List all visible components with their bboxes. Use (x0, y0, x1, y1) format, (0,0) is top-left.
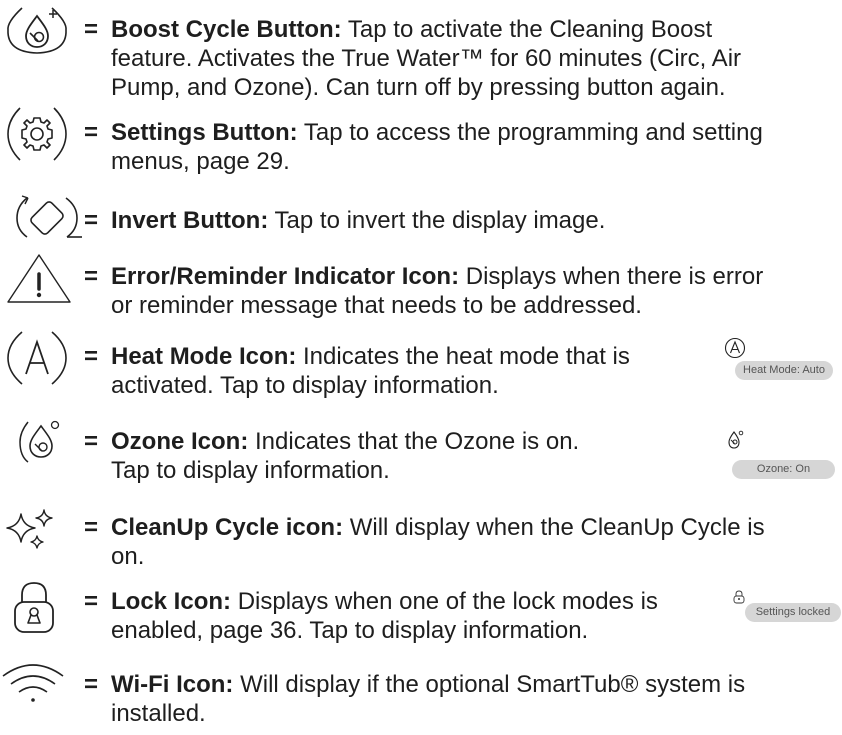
lock-status-pill: Settings locked (745, 603, 841, 622)
desc-line: Displays when there is error (465, 263, 764, 290)
heat-mode-auto-small-icon (724, 337, 748, 359)
desc-line: menus, page 29. (111, 148, 290, 175)
desc-line: enabled, page 36. Tap to display informa… (111, 617, 589, 644)
lock-icon (12, 580, 56, 634)
equals-sign: = (84, 207, 99, 234)
equals-sign: = (84, 263, 99, 290)
equals-sign: = (84, 428, 99, 455)
heat-mode-auto-icon (4, 330, 70, 386)
cleanup-description: CleanUp Cycle icon: Will display when th… (111, 513, 831, 571)
desc-line: Tap to display information. (111, 457, 390, 484)
wifi-icon (0, 664, 66, 704)
desc-line: Will display if the optional SmartTub® s… (240, 671, 746, 698)
warning-triangle-icon (6, 252, 72, 304)
error-description: Error/Reminder Indicator Icon: Displays … (111, 262, 831, 320)
ozone-icon (18, 418, 68, 464)
term-ozone: Ozone Icon: (111, 428, 249, 455)
ozone-description: Ozone Icon: Indicates that the Ozone is … (111, 427, 671, 485)
term-lock: Lock Icon: (111, 588, 232, 615)
ozone-status-pill: Ozone: On (732, 460, 835, 479)
term-settings: Settings Button: (111, 119, 298, 146)
equals-sign: = (84, 588, 99, 615)
gear-icon (4, 106, 70, 162)
lock-description: Lock Icon: Displays when one of the lock… (111, 587, 671, 645)
desc-line: Tap to activate the Cleaning Boost (347, 16, 713, 43)
term-wifi: Wi-Fi Icon: (111, 671, 234, 698)
heat-mode-description: Heat Mode Icon: Indicates the heat mode … (111, 342, 671, 400)
equals-sign: = (84, 514, 99, 541)
boost-description: Boost Cycle Button: Tap to activate the … (111, 15, 831, 102)
desc-line: Indicates that the Ozone is on. (255, 428, 580, 455)
term-heat-mode: Heat Mode Icon: (111, 343, 297, 370)
desc-line: on. (111, 543, 145, 570)
cleanup-sparkle-icon (4, 508, 66, 554)
term-boost: Boost Cycle Button: (111, 16, 342, 43)
desc-line: activated. Tap to display information. (111, 372, 499, 399)
desc-line: installed. (111, 700, 206, 727)
term-invert: Invert Button: (111, 207, 269, 234)
term-error: Error/Reminder Indicator Icon: (111, 263, 460, 290)
ozone-small-icon (726, 430, 746, 450)
invert-icon (14, 194, 84, 242)
wifi-description: Wi-Fi Icon: Will display if the optional… (111, 670, 831, 728)
desc-line: feature. Activates the True Water™ for 6… (111, 45, 742, 72)
desc-line: Will display when the CleanUp Cycle is (349, 514, 765, 541)
desc-line: Tap to access the programming and settin… (303, 119, 763, 146)
equals-sign: = (84, 119, 99, 146)
desc-line: or reminder message that needs to be add… (111, 292, 642, 319)
desc-line: Indicates the heat mode that is (303, 343, 630, 370)
equals-sign: = (84, 671, 99, 698)
equals-sign: = (84, 343, 99, 370)
desc-line: Pump, and Ozone). Can turn off by pressi… (111, 74, 726, 101)
equals-sign: = (84, 16, 99, 43)
desc-line: Tap to invert the display image. (274, 207, 606, 234)
settings-description: Settings Button: Tap to access the progr… (111, 118, 831, 176)
term-cleanup: CleanUp Cycle icon: (111, 514, 344, 541)
lock-small-icon (733, 590, 745, 604)
invert-description: Invert Button: Tap to invert the display… (111, 206, 831, 235)
heat-mode-status-pill: Heat Mode: Auto (735, 361, 833, 380)
desc-line: Displays when one of the lock modes is (237, 588, 658, 615)
boost-cycle-icon (4, 4, 70, 56)
